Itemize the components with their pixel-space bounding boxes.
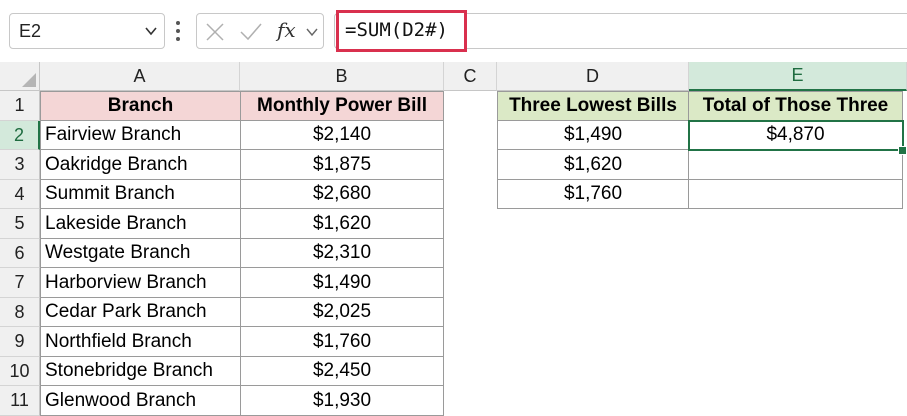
name-box-value: E2: [19, 21, 42, 41]
row-header-5[interactable]: 5: [0, 209, 40, 239]
table-header-three-lowest-bills[interactable]: Three Lowest Bills: [497, 91, 689, 121]
row-header-4[interactable]: 4: [0, 180, 40, 209]
bill-cell[interactable]: $1,490: [241, 268, 444, 298]
lowest-bill-cell[interactable]: $1,760: [497, 180, 689, 209]
bill-cell[interactable]: $1,760: [241, 327, 444, 357]
name-box[interactable]: E2: [9, 13, 165, 49]
bill-cell[interactable]: $2,310: [241, 239, 444, 268]
formula-bar-area: E2 fx =SUM(D2#): [0, 0, 907, 62]
select-all-corner[interactable]: [0, 62, 40, 91]
row-header-11[interactable]: 11: [0, 386, 40, 416]
lowest-bill-cell[interactable]: $1,620: [497, 150, 689, 180]
table-header-monthly-power-bill[interactable]: Monthly Power Bill: [241, 91, 444, 121]
table-header-branch[interactable]: Branch: [40, 91, 241, 121]
branch-cell[interactable]: Oakridge Branch: [40, 150, 241, 180]
total-cell[interactable]: $4,870: [689, 121, 903, 150]
branch-cell[interactable]: Cedar Park Branch: [40, 298, 241, 327]
row-header-10[interactable]: 10: [0, 357, 40, 386]
bill-cell[interactable]: $2,025: [241, 298, 444, 327]
lowest-bill-cell[interactable]: $1,490: [497, 121, 689, 150]
branch-cell[interactable]: Westgate Branch: [40, 239, 241, 268]
row-header-6[interactable]: 6: [0, 239, 40, 268]
chevron-down-icon[interactable]: [144, 24, 158, 38]
bill-cell[interactable]: $1,875: [241, 150, 444, 180]
table-header-total-of-those-three[interactable]: Total of Those Three: [689, 91, 903, 121]
branch-cell[interactable]: Stonebridge Branch: [40, 357, 241, 386]
total-cell[interactable]: [689, 180, 903, 209]
row-header-3[interactable]: 3: [0, 150, 40, 180]
column-header-c[interactable]: C: [444, 62, 497, 91]
branch-cell[interactable]: Summit Branch: [40, 180, 241, 209]
row-header-2[interactable]: 2: [0, 121, 40, 150]
fill-handle[interactable]: [898, 146, 907, 155]
total-cell[interactable]: [689, 150, 903, 180]
chevron-down-icon[interactable]: [305, 26, 319, 38]
branch-cell[interactable]: Fairview Branch: [40, 121, 241, 150]
branch-cell[interactable]: Lakeside Branch: [40, 209, 241, 239]
column-header-e[interactable]: E: [689, 62, 907, 91]
bill-cell[interactable]: $1,620: [241, 209, 444, 239]
row-header-8[interactable]: 8: [0, 298, 40, 327]
more-options-icon[interactable]: [174, 18, 182, 44]
column-header-d[interactable]: D: [497, 62, 689, 91]
select-all-icon: [22, 73, 36, 87]
branch-cell[interactable]: Harborview Branch: [40, 268, 241, 298]
cancel-icon[interactable]: [205, 22, 225, 42]
row-header-7[interactable]: 7: [0, 268, 40, 298]
bill-cell[interactable]: $2,450: [241, 357, 444, 386]
row-header-9[interactable]: 9: [0, 327, 40, 357]
enter-check-icon[interactable]: [239, 22, 263, 42]
formula-text[interactable]: =SUM(D2#): [345, 19, 448, 41]
bill-cell[interactable]: $1,930: [241, 386, 444, 416]
insert-function-icon[interactable]: fx: [277, 18, 296, 42]
row-header-1[interactable]: 1: [0, 91, 40, 121]
formula-actions: fx: [196, 13, 324, 49]
bill-cell[interactable]: $2,140: [241, 121, 444, 150]
branch-cell[interactable]: Northfield Branch: [40, 327, 241, 357]
column-header-b[interactable]: B: [240, 62, 444, 91]
bill-cell[interactable]: $2,680: [241, 180, 444, 209]
branch-cell[interactable]: Glenwood Branch: [40, 386, 241, 416]
column-header-a[interactable]: A: [40, 62, 240, 91]
